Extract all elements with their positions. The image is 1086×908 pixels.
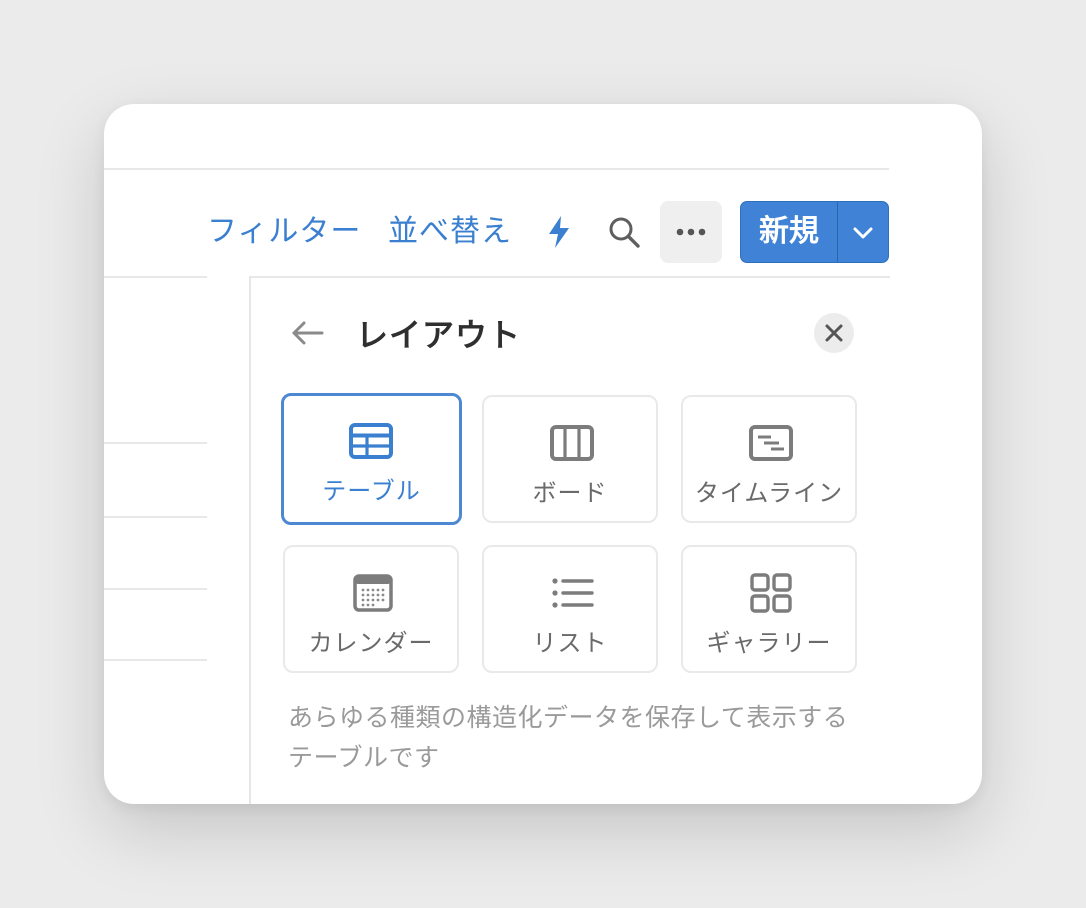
layout-option-label: ギャラリー bbox=[706, 629, 832, 657]
lightning-icon[interactable] bbox=[544, 214, 574, 250]
new-button-group: 新規 bbox=[740, 201, 889, 263]
table-divider-top bbox=[104, 168, 889, 170]
close-button[interactable] bbox=[814, 313, 854, 353]
layout-option-label: ボード bbox=[532, 479, 608, 507]
layout-option-label: リスト bbox=[532, 629, 608, 657]
more-button[interactable] bbox=[660, 201, 722, 263]
chevron-down-icon bbox=[853, 227, 873, 239]
panel-left-border bbox=[249, 276, 251, 804]
layout-option-label: カレンダー bbox=[308, 629, 434, 657]
layout-option-board[interactable]: ボード bbox=[482, 395, 658, 523]
timeline-icon bbox=[747, 423, 795, 463]
layout-description: あらゆる種類の構造化データを保存して表示するテーブルです bbox=[288, 703, 849, 772]
gallery-icon bbox=[747, 573, 795, 613]
database-view-card: フィルター 並べ替え 新規 レイアウト テーブル ボード タイムライン カレンダ… bbox=[104, 104, 982, 804]
close-icon bbox=[825, 324, 843, 342]
new-dropdown-button[interactable] bbox=[838, 202, 888, 262]
list-icon bbox=[548, 573, 596, 613]
layout-option-gallery[interactable]: ギャラリー bbox=[681, 545, 857, 673]
filter-button[interactable]: フィルター bbox=[207, 208, 361, 256]
layout-option-label: テーブル bbox=[322, 477, 421, 505]
layout-option-table[interactable]: テーブル bbox=[281, 393, 462, 525]
layout-option-timeline[interactable]: タイムライン bbox=[681, 395, 857, 523]
table-icon bbox=[347, 421, 395, 461]
search-icon[interactable] bbox=[606, 214, 642, 250]
arrow-left-icon[interactable] bbox=[290, 318, 326, 348]
table-row-divider bbox=[104, 442, 207, 444]
panel-title: レイアウト bbox=[356, 316, 522, 354]
more-dots-icon bbox=[676, 228, 706, 236]
table-row-divider bbox=[104, 516, 207, 518]
layout-option-calendar[interactable]: カレンダー bbox=[283, 545, 459, 673]
table-row-divider bbox=[104, 659, 207, 661]
board-icon bbox=[548, 423, 596, 463]
table-divider-header bbox=[104, 276, 207, 278]
table-row-divider bbox=[104, 588, 207, 590]
sort-button[interactable]: 並べ替え bbox=[388, 208, 512, 256]
calendar-icon bbox=[349, 573, 397, 613]
panel-top-divider bbox=[250, 276, 890, 278]
layout-option-list[interactable]: リスト bbox=[482, 545, 658, 673]
new-button[interactable]: 新規 bbox=[741, 202, 837, 262]
layout-option-label: タイムライン bbox=[694, 479, 844, 507]
